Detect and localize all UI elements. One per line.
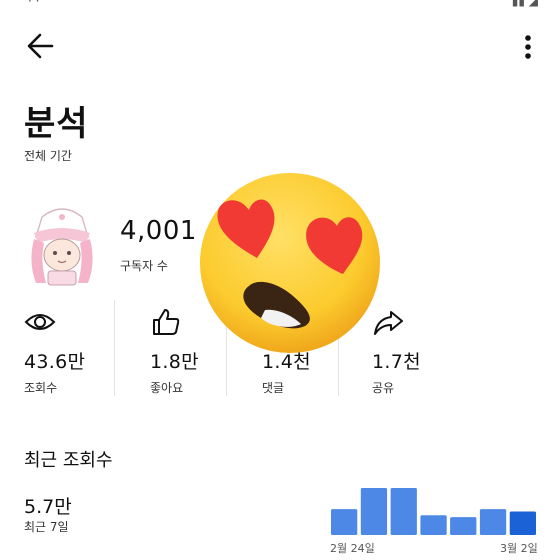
metric-label: 좋아요 [150,381,184,395]
recent-views-value: 5.7만 [24,496,72,518]
back-button[interactable] [24,30,60,62]
status-bar: · · ▮▮ ◢ [0,0,560,12]
metric-shares[interactable]: 1.7천 공유 [372,300,482,400]
metric-label: 댓글 [262,381,285,395]
subscriber-label: 구독자 수 [120,259,168,273]
recent-views-title: 최근 조회수 [24,450,113,471]
more-vertical-icon [525,35,531,59]
metric-value: 43.6만 [24,351,86,373]
status-left: · · [28,0,40,8]
divider [114,300,115,396]
x-axis-end-label: 3월 2일 [500,542,538,555]
chart-bar [479,509,507,535]
chart-bar [390,488,417,535]
period-label: 전체 기간 [24,149,72,163]
more-options-button[interactable] [516,32,540,62]
avatar-illustration [31,208,93,286]
metric-label: 공유 [372,381,395,395]
chart-bar [509,511,536,535]
chart-bar [450,517,477,535]
heart-eyes-emoji-sticker [197,170,383,356]
thumbs-up-icon [150,306,182,338]
subscriber-count: 4,001 [120,216,197,246]
status-right: ▮▮ ◢ [511,0,538,8]
metric-label: 조회수 [24,381,58,395]
metric-views[interactable]: 43.6만 조회수 [24,300,134,400]
arrow-left-icon [27,33,54,59]
x-axis-start-label: 2월 24일 [330,542,375,555]
chart-bar [420,515,447,535]
eye-icon [24,306,56,338]
channel-avatar[interactable] [24,203,100,287]
page-title: 분석 [24,104,89,144]
metric-value: 1.8만 [150,351,199,373]
chart-bar [360,488,388,535]
chart-bar [331,509,358,535]
recent-views-period: 최근 7일 [24,520,69,534]
